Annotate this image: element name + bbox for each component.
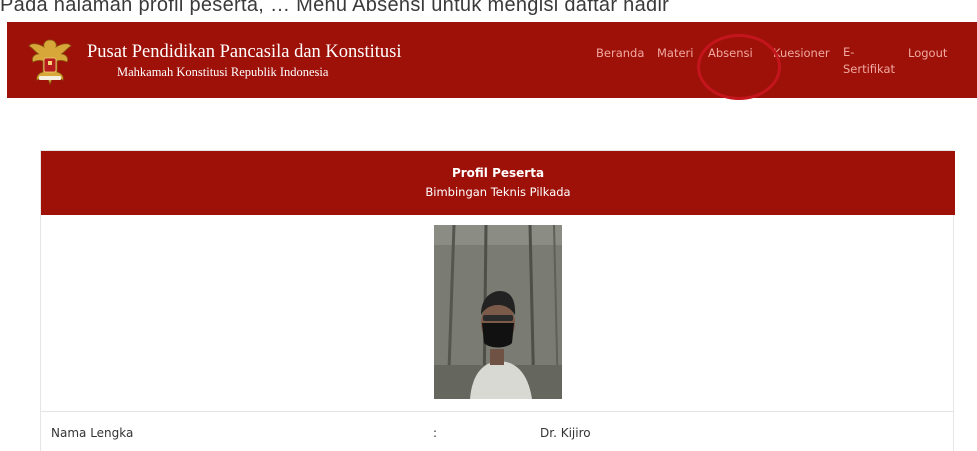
instruction-text: Pada halaman profil peserta, … Menu Abse… [0, 0, 670, 16]
brand-title[interactable]: Pusat Pendidikan Pancasila dan Konstitus… [87, 42, 401, 63]
instruction-text-strip: Pada halaman profil peserta, … Menu Abse… [0, 0, 977, 22]
profile-subtitle: Bimbingan Teknis Pilkada [425, 185, 571, 199]
profile-card: Profil Peserta Bimbingan Teknis Pilkada … [40, 150, 955, 451]
profile-card-header: Profil Peserta Bimbingan Teknis Pilkada [41, 151, 955, 215]
participant-photo [434, 225, 562, 399]
nav-materi[interactable]: Materi [657, 46, 702, 60]
nav-logout[interactable]: Logout [908, 46, 947, 60]
garuda-emblem-icon[interactable] [27, 36, 73, 86]
nama-lengkap-value: Dr. Kijiro [540, 426, 591, 440]
nav-e-sertifikat[interactable]: E-Sertifikat [843, 44, 895, 78]
row-separator: : [433, 426, 438, 440]
profile-title: Profil Peserta [451, 166, 545, 180]
nav-beranda[interactable]: Beranda [596, 46, 644, 60]
row-divider [41, 411, 953, 412]
nav-kuesioner[interactable]: Kuesioner [773, 46, 830, 60]
absensi-highlight-circle [697, 34, 781, 100]
site-navbar: Pusat Pendidikan Pancasila dan Konstitus… [7, 22, 977, 100]
nama-lengkap-label: Nama Lengka [51, 426, 134, 440]
brand-subtitle: Mahkamah Konstitusi Republik Indonesia [117, 65, 329, 79]
